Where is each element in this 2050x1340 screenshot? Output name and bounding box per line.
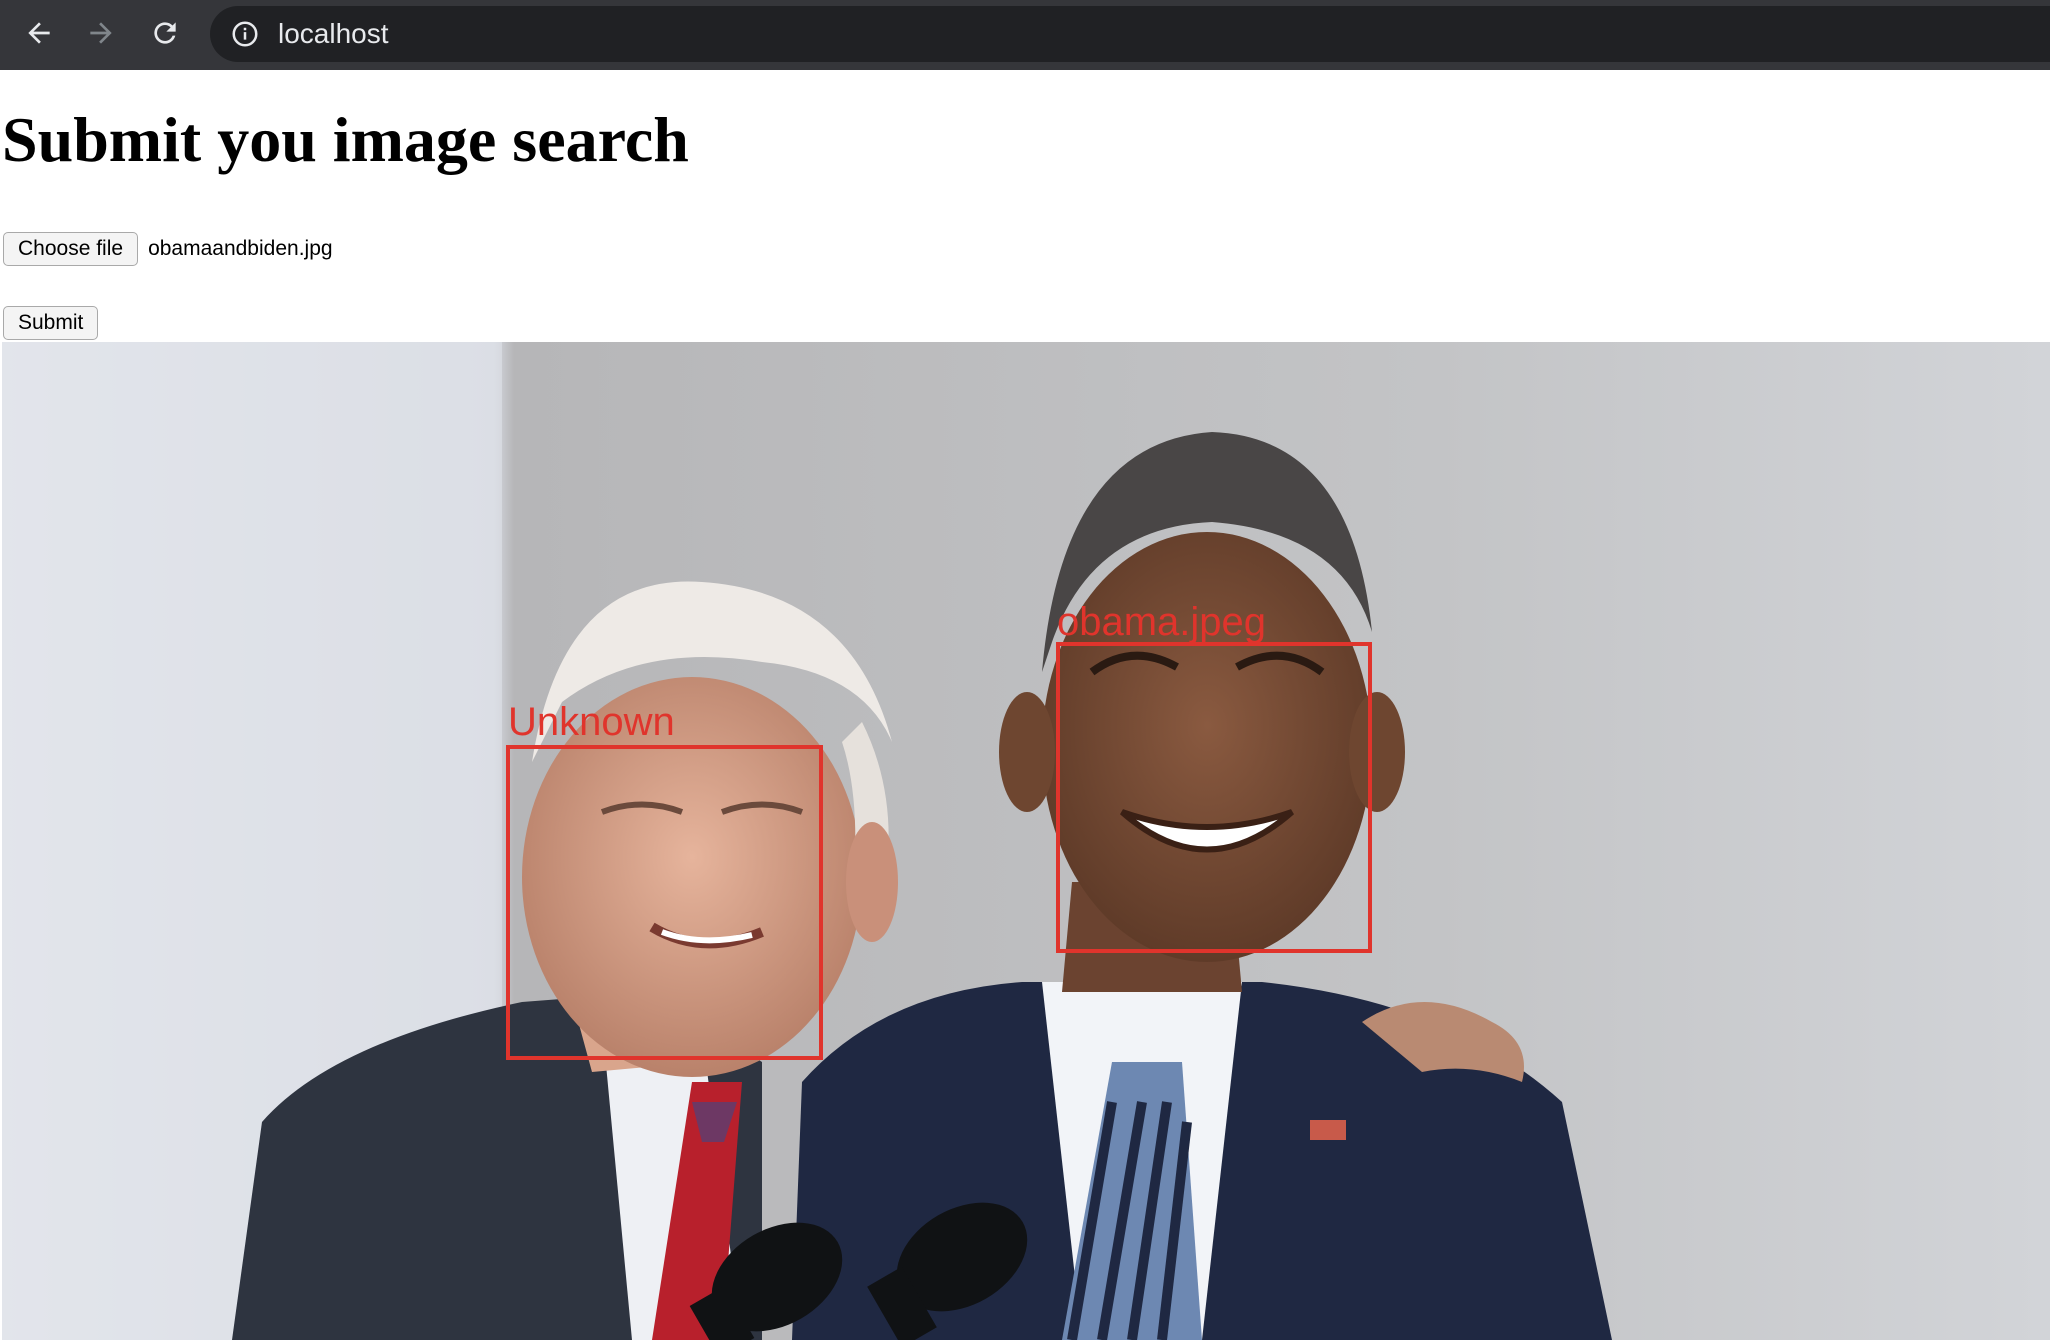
back-arrow-icon	[23, 17, 55, 54]
url-text[interactable]: localhost	[278, 18, 389, 50]
forward-arrow-icon	[85, 17, 117, 54]
address-bar[interactable]: localhost	[210, 6, 2050, 62]
choose-file-button[interactable]: Choose file	[3, 232, 139, 266]
face-label-obama: obama.jpeg	[1057, 600, 1267, 644]
file-input: Choose file obamaandbiden.jpg	[3, 232, 333, 266]
face-box-unknown	[506, 745, 823, 1060]
back-button[interactable]	[16, 12, 62, 58]
page-content: Submit you image search Choose file obam…	[0, 70, 2050, 1340]
info-icon[interactable]	[230, 19, 260, 49]
result-photo	[2, 342, 2050, 1340]
submit-button[interactable]: Submit	[3, 306, 99, 340]
result-image: Unknown obama.jpeg	[2, 342, 2050, 1340]
reload-icon	[149, 17, 181, 54]
face-label-unknown: Unknown	[508, 700, 675, 744]
forward-button[interactable]	[78, 12, 124, 58]
page-title: Submit you image search	[2, 104, 689, 175]
selected-file-name: obamaandbiden.jpg	[148, 237, 333, 260]
browser-toolbar: localhost	[0, 0, 2050, 71]
face-box-obama	[1056, 642, 1372, 953]
reload-button[interactable]	[142, 12, 188, 58]
